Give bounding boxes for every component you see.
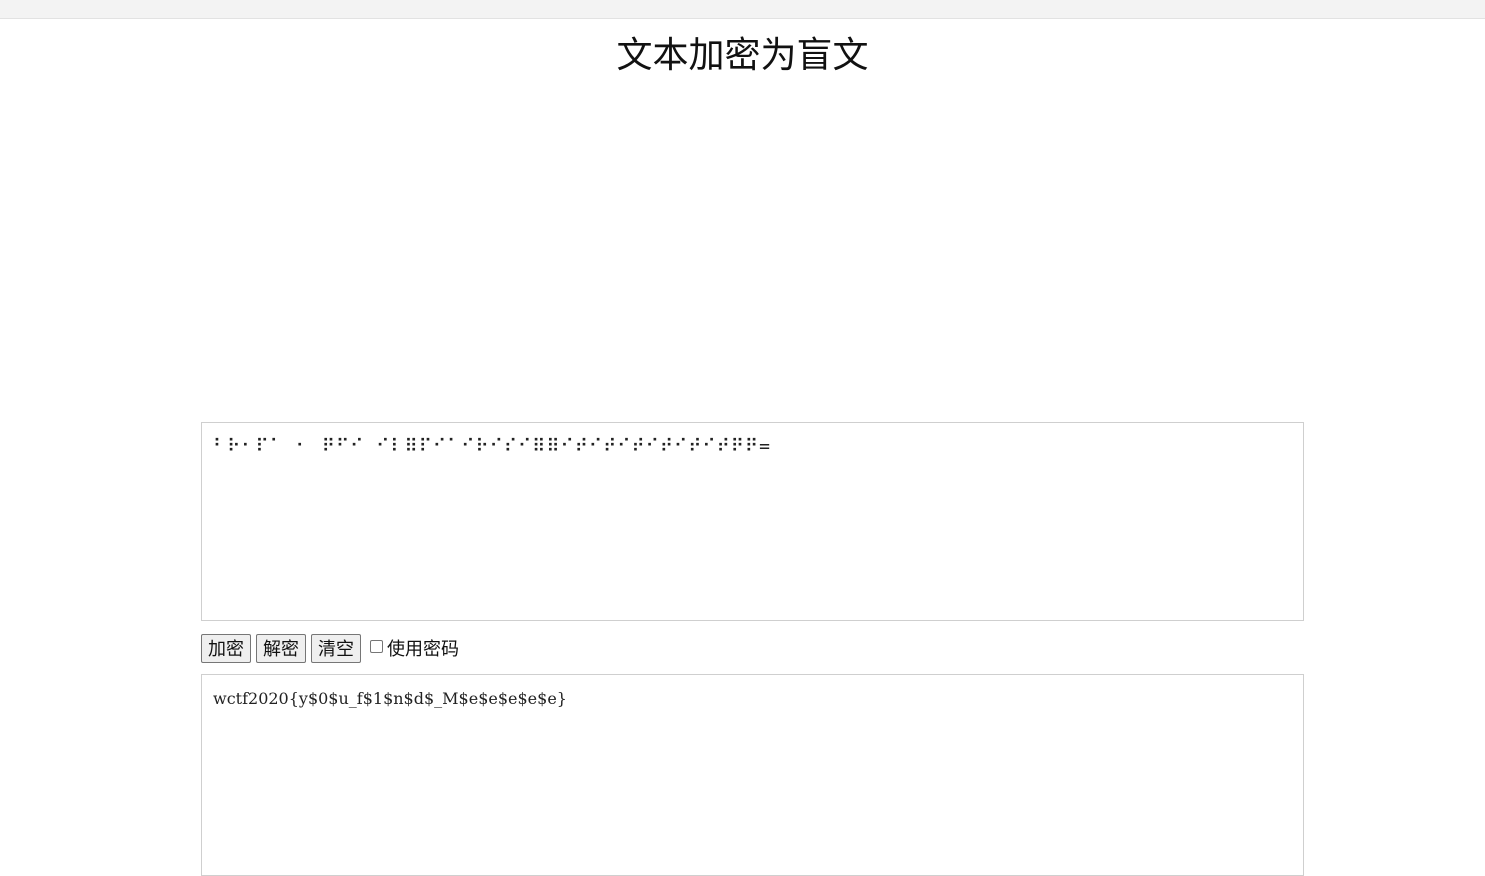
use-password-checkbox[interactable]	[370, 639, 383, 653]
action-toolbar: 加密 解密 清空 使用密码	[201, 633, 459, 663]
use-password-label: 使用密码	[387, 639, 459, 660]
clear-button[interactable]: 清空	[311, 633, 361, 663]
browser-top-strip	[0, 0, 1485, 19]
plain-text-area[interactable]: wctf2020{y$0$u_f$1$n$d$_M$e$e$e$e$e}	[201, 674, 1304, 876]
braille-text-value: ⠃⠗⠂⠏⠁ ⠂ ⠟⠋⠊ ⠊⠇⠿⠏⠊⠁⠊⠗⠊⠎⠊⠿⠿⠊⠞⠊⠞⠊⠞⠊⠞⠊⠞⠊⠞⠟⠟=	[213, 436, 771, 457]
use-password-option[interactable]: 使用密码	[370, 633, 459, 663]
plain-text-value: wctf2020{y$0$u_f$1$n$d$_M$e$e$e$e$e}	[213, 689, 567, 708]
braille-text-area[interactable]: ⠃⠗⠂⠏⠁ ⠂ ⠟⠋⠊ ⠊⠇⠿⠏⠊⠁⠊⠗⠊⠎⠊⠿⠿⠊⠞⠊⠞⠊⠞⠊⠞⠊⠞⠊⠞⠟⠟=	[201, 422, 1304, 621]
encrypt-button[interactable]: 加密	[201, 633, 251, 663]
decrypt-button[interactable]: 解密	[256, 633, 306, 663]
page-title: 文本加密为盲文	[616, 35, 869, 76]
